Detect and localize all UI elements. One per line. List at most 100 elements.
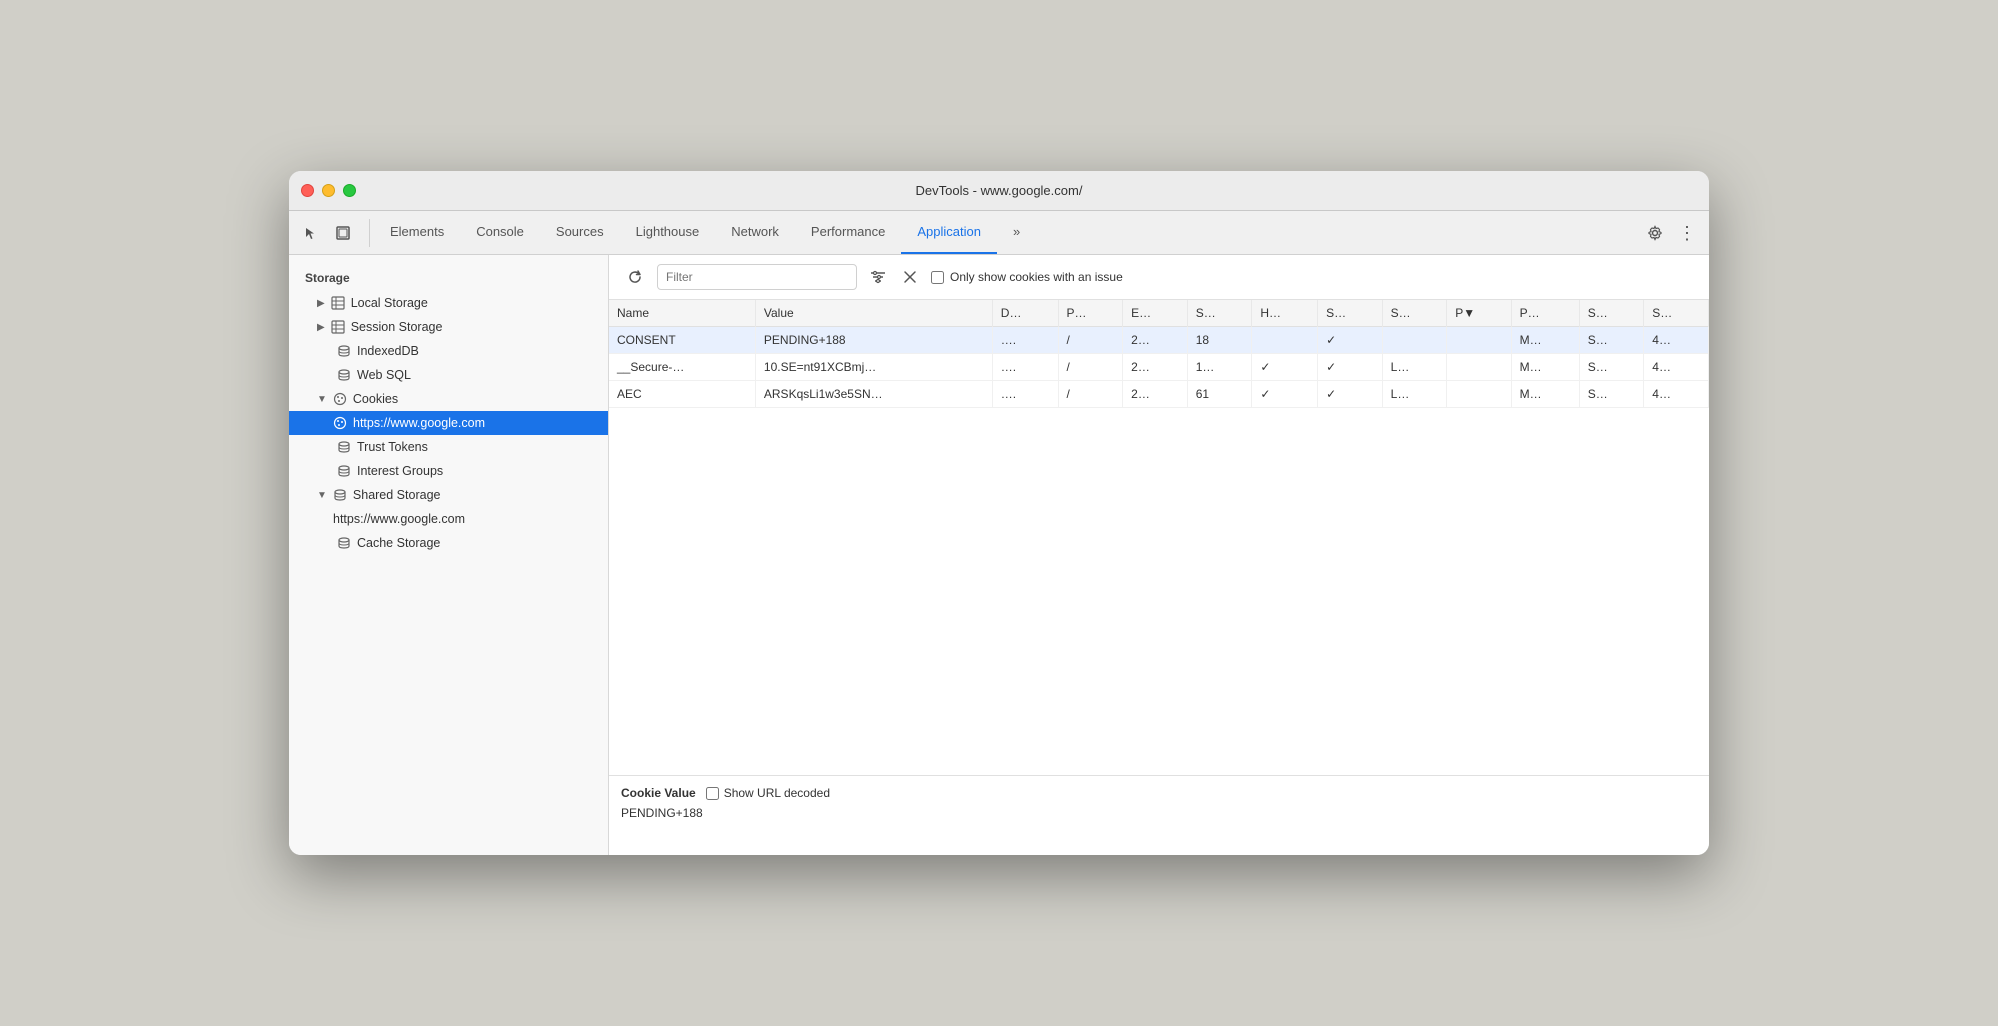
cell-expires: 2… [1123, 381, 1188, 408]
filter-options-button[interactable] [865, 264, 891, 290]
cell-samesite: L… [1382, 381, 1447, 408]
sidebar-item-cache-storage[interactable]: Cache Storage [289, 531, 608, 555]
cell-source-port: 4… [1644, 327, 1709, 354]
cursor-icon [304, 226, 318, 240]
cell-path: / [1058, 381, 1123, 408]
db-icon-6 [337, 536, 351, 550]
url-decoded-label: Show URL decoded [724, 786, 830, 800]
db-icon-3 [337, 440, 351, 454]
col-domain: D… [992, 300, 1058, 327]
db-icon [337, 344, 351, 358]
filter-actions [865, 264, 923, 290]
table-header-row: Name Value D… P… E… S… H… S… S… P▼ P… S… [609, 300, 1709, 327]
col-expires: E… [1123, 300, 1188, 327]
table-row[interactable]: __Secure-… 10.SE=nt91XCBmj… …. / 2… 1… ✓… [609, 354, 1709, 381]
filter-options-icon [870, 270, 886, 284]
cell-source-port: 4… [1644, 381, 1709, 408]
chevron-down-icon: ▼ [317, 394, 327, 405]
sidebar-item-cookies[interactable]: ▼ Cookies [289, 387, 608, 411]
toolbar-icons [297, 219, 370, 247]
tab-sources[interactable]: Sources [540, 211, 620, 254]
cell-secure: ✓ [1318, 327, 1383, 354]
chevron-right-icon-2: ▶ [317, 322, 325, 333]
cell-size: 1… [1187, 354, 1252, 381]
clear-filter-button[interactable] [897, 264, 923, 290]
cookie-icon-active [333, 416, 347, 430]
tab-network[interactable]: Network [715, 211, 795, 254]
cell-secure: ✓ [1318, 381, 1383, 408]
cell-value: 10.SE=nt91XCBmj… [755, 354, 992, 381]
cursor-icon-button[interactable] [297, 219, 325, 247]
db-icon-4 [337, 464, 351, 478]
cookie-icon [333, 392, 347, 406]
cell-size: 61 [1187, 381, 1252, 408]
cell-httponly: ✓ [1252, 381, 1318, 408]
cell-expires: 2… [1123, 354, 1188, 381]
sidebar-item-indexed-db[interactable]: IndexedDB [289, 339, 608, 363]
cell-name: __Secure-… [609, 354, 755, 381]
tab-application[interactable]: Application [901, 211, 997, 254]
cell-samesite [1382, 327, 1447, 354]
cell-domain: …. [992, 327, 1058, 354]
sidebar-item-shared-storage[interactable]: ▼ Shared Storage [289, 483, 608, 507]
cell-priority [1447, 381, 1511, 408]
sidebar-item-web-sql[interactable]: Web SQL [289, 363, 608, 387]
cell-name: CONSENT [609, 327, 755, 354]
sidebar-item-cookies-google[interactable]: https://www.google.com [289, 411, 608, 435]
filter-bar: Only show cookies with an issue [609, 255, 1709, 300]
table-icon-2 [331, 320, 345, 334]
close-button[interactable] [301, 184, 314, 197]
interest-groups-label: Interest Groups [357, 464, 443, 478]
sidebar-item-local-storage[interactable]: ▶ Local Storage [289, 291, 608, 315]
cell-domain: …. [992, 381, 1058, 408]
settings-button[interactable] [1641, 219, 1669, 247]
tab-console[interactable]: Console [460, 211, 540, 254]
url-decoded-checkbox[interactable] [706, 787, 719, 800]
indexed-db-label: IndexedDB [357, 344, 419, 358]
table-row[interactable]: CONSENT PENDING+188 …. / 2… 18 ✓ M… S… [609, 327, 1709, 354]
sidebar-item-interest-groups[interactable]: Interest Groups [289, 459, 608, 483]
tab-performance[interactable]: Performance [795, 211, 901, 254]
refresh-button[interactable] [621, 263, 649, 291]
cell-name: AEC [609, 381, 755, 408]
col-secure: S… [1318, 300, 1383, 327]
devtools-window: DevTools - www.google.com/ Elements Cons [289, 171, 1709, 855]
minimize-button[interactable] [322, 184, 335, 197]
cell-source-scheme: S… [1579, 327, 1644, 354]
cell-samesite: L… [1382, 354, 1447, 381]
col-name: Name [609, 300, 755, 327]
trust-tokens-label: Trust Tokens [357, 440, 428, 454]
tab-more[interactable]: » [997, 211, 1036, 254]
cell-value: ARSKqsLi1w3e5SN… [755, 381, 992, 408]
sidebar-item-trust-tokens[interactable]: Trust Tokens [289, 435, 608, 459]
col-priority: P▼ [1447, 300, 1511, 327]
cookie-value-title: Cookie Value [621, 786, 696, 800]
cell-source-port: 4… [1644, 354, 1709, 381]
show-issues-checkbox[interactable] [931, 271, 944, 284]
col-value: Value [755, 300, 992, 327]
main-content: Storage ▶ Local Storage ▶ [289, 255, 1709, 855]
col-path: P… [1058, 300, 1123, 327]
cell-httponly [1252, 327, 1318, 354]
tab-elements[interactable]: Elements [374, 211, 460, 254]
col-httponly: H… [1252, 300, 1318, 327]
table-row[interactable]: AEC ARSKqsLi1w3e5SN… …. / 2… 61 ✓ ✓ L… M… [609, 381, 1709, 408]
cookie-value-header: Cookie Value Show URL decoded [621, 786, 1697, 800]
cookie-table-container: Name Value D… P… E… S… H… S… S… P▼ P… S… [609, 300, 1709, 775]
storage-section-title: Storage [289, 267, 608, 291]
filter-input[interactable] [657, 264, 857, 290]
more-dots-icon: ⋮ [1678, 224, 1696, 242]
tab-list: Elements Console Sources Lighthouse Netw… [374, 211, 1633, 254]
gear-icon [1647, 225, 1663, 241]
tab-lighthouse[interactable]: Lighthouse [620, 211, 716, 254]
sidebar-item-shared-storage-google[interactable]: https://www.google.com [289, 507, 608, 531]
cell-partitioned: M… [1511, 381, 1579, 408]
maximize-button[interactable] [343, 184, 356, 197]
col-size: S… [1187, 300, 1252, 327]
more-options-button[interactable]: ⋮ [1673, 219, 1701, 247]
window-title: DevTools - www.google.com/ [916, 183, 1083, 198]
inspect-icon-button[interactable] [329, 219, 357, 247]
cell-expires: 2… [1123, 327, 1188, 354]
titlebar: DevTools - www.google.com/ [289, 171, 1709, 211]
sidebar-item-session-storage[interactable]: ▶ Session Storage [289, 315, 608, 339]
